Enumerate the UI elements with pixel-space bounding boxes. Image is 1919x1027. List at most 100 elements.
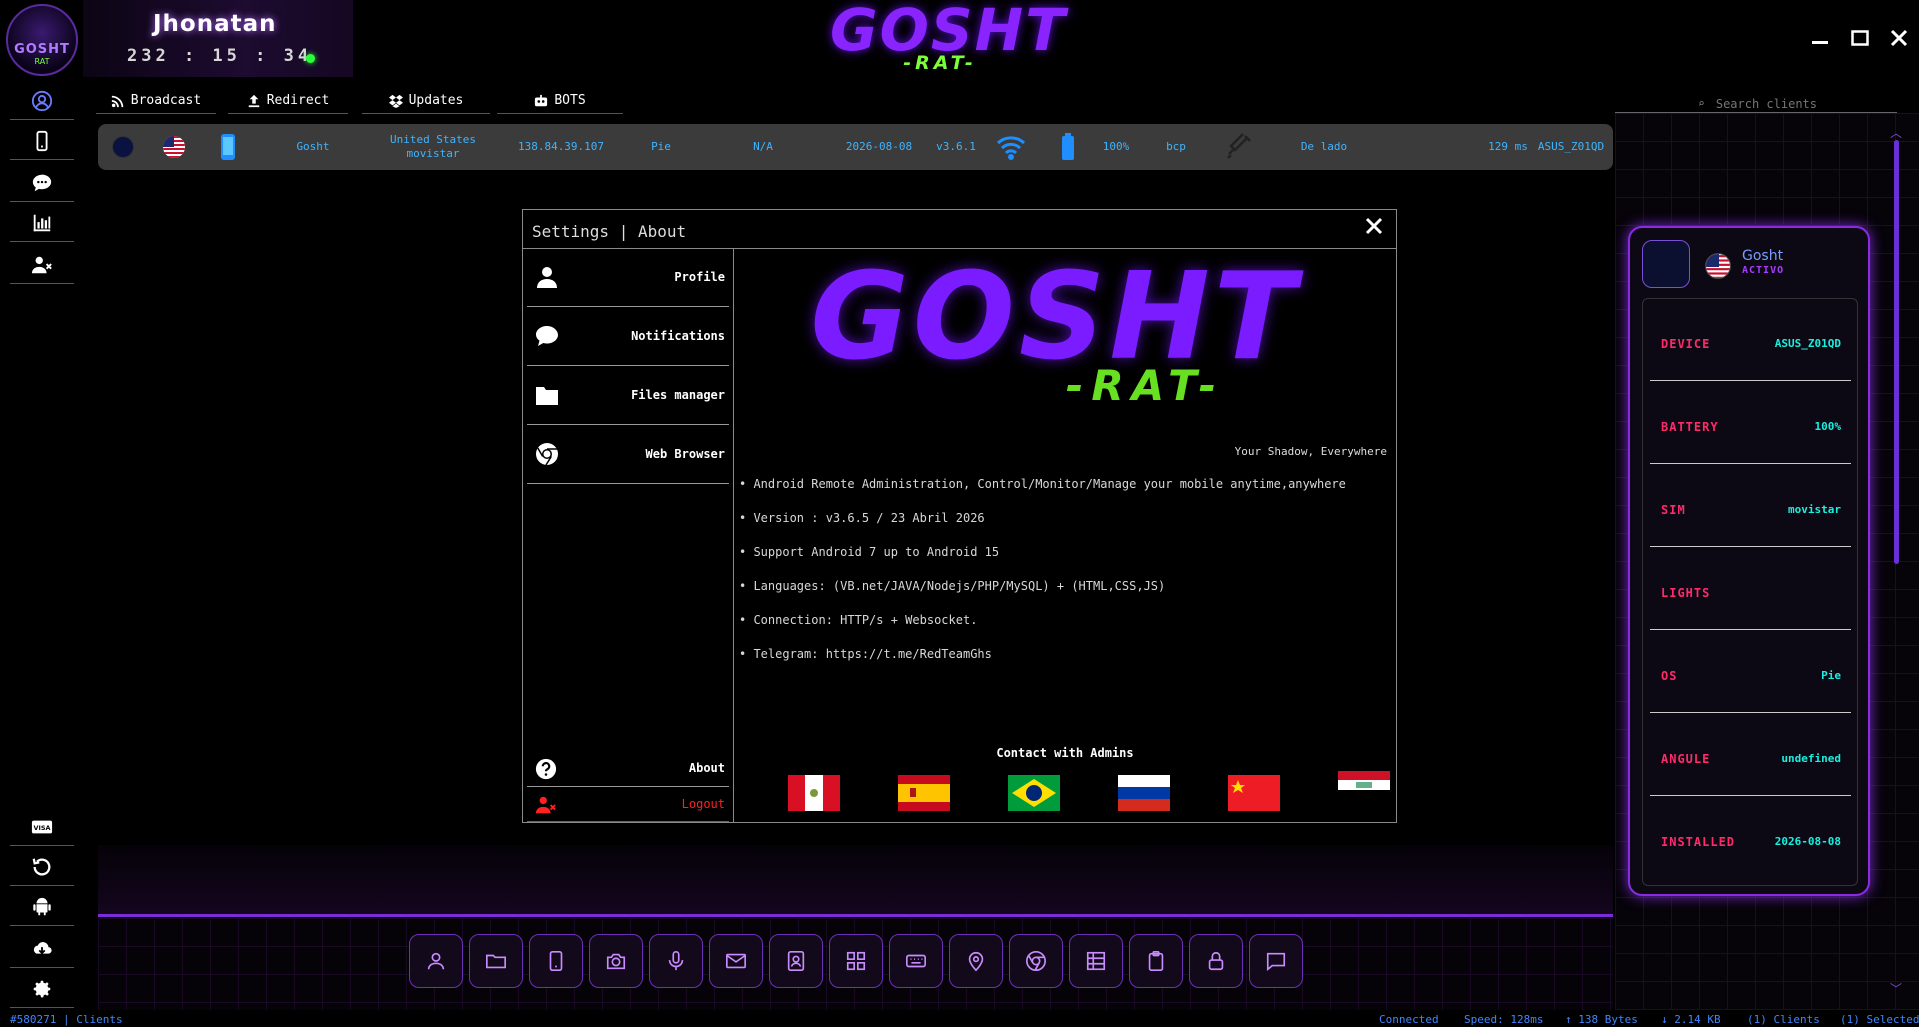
flag-russia-icon[interactable] [1118, 775, 1170, 811]
status-connected: Connected [1379, 1013, 1439, 1026]
sidebar-android-button[interactable] [10, 888, 74, 926]
user-name: Jhonatan [153, 11, 277, 37]
fn-lock-button[interactable] [1189, 934, 1243, 988]
info-row: LIGHTS [1650, 548, 1851, 630]
client-ping: 129 ms [1488, 140, 1528, 153]
dialog-close-button[interactable] [1365, 216, 1383, 241]
sidebar-profile-button[interactable] [10, 82, 74, 120]
tagline: Your Shadow, Everywhere [1234, 445, 1387, 458]
flag-spain-icon[interactable] [898, 775, 950, 811]
clipboard-icon [1148, 951, 1164, 971]
fn-location-button[interactable] [949, 934, 1003, 988]
info-value: Pie [1821, 669, 1841, 682]
question-circle-icon [535, 758, 557, 780]
sidebar-stats-button[interactable] [10, 204, 74, 242]
brand-logo: GOSHT -RAT- [830, 0, 1067, 80]
client-name: Gosht [296, 140, 330, 153]
fn-user-button[interactable] [409, 934, 463, 988]
menu-item-about[interactable]: About [527, 753, 729, 787]
message-icon [1266, 952, 1286, 971]
sidebar-payment-button[interactable]: VISA [10, 808, 74, 846]
scroll-up-icon[interactable]: ︿ [1890, 124, 1902, 141]
fn-keyboard-button[interactable] [889, 934, 943, 988]
maximize-button[interactable] [1846, 24, 1874, 52]
search-clients-input[interactable] [1615, 95, 1897, 113]
speech-bubble-icon [536, 326, 558, 346]
sidebar-chat-button[interactable] [10, 164, 74, 202]
fn-table-button[interactable] [1069, 934, 1123, 988]
android-icon [33, 897, 51, 915]
updates-button[interactable]: Updates [362, 88, 490, 114]
menu-item-files[interactable]: Files manager [527, 367, 729, 425]
keyboard-icon [906, 954, 926, 968]
brand-title: GOSHT [830, 0, 1067, 64]
fn-apps-button[interactable] [829, 934, 883, 988]
sidebar-restart-button[interactable] [10, 848, 74, 886]
chrome-icon [1026, 951, 1046, 971]
device-phone-icon [218, 124, 238, 170]
menu-label: About [688, 761, 725, 775]
user-remove-icon [31, 256, 52, 273]
client-orientation: De lado [1300, 140, 1348, 153]
fn-browser-button[interactable] [1009, 934, 1063, 988]
about-bullet: • Support Android 7 up to Android 15 [739, 545, 1000, 559]
client-avatar [112, 136, 134, 158]
close-window-button[interactable] [1885, 24, 1913, 52]
status-selected: (1) Selected [1840, 1013, 1919, 1026]
menu-item-browser[interactable]: Web Browser [527, 426, 729, 484]
about-content: GOSHT -RAT- Your Shadow, Everywhere • An… [735, 249, 1397, 823]
status-clients: (1) Clients [1747, 1013, 1820, 1026]
left-sidebar: GOSHT RAT VISA [0, 0, 83, 1027]
about-logo: GOSHT -RAT- [795, 253, 1315, 423]
client-detail-card: Gosht ACTIVO DEVICE ASUS_Z01QD BATTERY 1… [1628, 226, 1870, 896]
phone-icon [549, 951, 563, 971]
fn-files-button[interactable] [469, 934, 523, 988]
sidebar-settings-button[interactable] [10, 970, 74, 1008]
status-upload: ↑ 138 Bytes [1565, 1013, 1638, 1026]
info-row: INSTALLED 2026-08-08 [1650, 797, 1851, 879]
minimize-icon [1812, 41, 1828, 44]
flag-brazil-icon[interactable] [1008, 775, 1060, 811]
sidebar-remove-user-button[interactable] [10, 246, 74, 284]
microphone-icon [668, 951, 684, 971]
close-icon [1890, 29, 1908, 47]
broadcast-button[interactable]: Broadcast [96, 88, 216, 114]
country-flag-icon [162, 124, 186, 170]
fn-mail-button[interactable] [709, 934, 763, 988]
info-value: undefined [1781, 752, 1841, 765]
flag-iraq-icon[interactable] [1338, 771, 1390, 799]
contact-admins-heading: Contact with Admins [996, 746, 1134, 760]
table-icon [1086, 951, 1106, 971]
client-row[interactable]: Gosht United States movistar 138.84.39.1… [98, 124, 1613, 170]
fn-camera-button[interactable] [589, 934, 643, 988]
minimize-button[interactable] [1806, 24, 1834, 52]
menu-item-notifications[interactable]: Notifications [527, 308, 729, 366]
sidebar-download-button[interactable] [10, 930, 74, 968]
maximize-icon [1851, 30, 1869, 46]
injection-icon [1224, 124, 1254, 170]
online-indicator [306, 54, 315, 63]
fn-phone-button[interactable] [529, 934, 583, 988]
info-row: DEVICE ASUS_Z01QD [1650, 299, 1851, 381]
fn-microphone-button[interactable] [649, 934, 703, 988]
info-key: LIGHTS [1661, 586, 1711, 600]
flag-peru-icon[interactable] [788, 775, 840, 811]
flag-china-icon[interactable] [1228, 775, 1280, 811]
sidebar-devices-button[interactable] [10, 122, 74, 160]
status-bar: #580271 | Clients Connected Speed: 128ms… [0, 1011, 1919, 1027]
gear-icon [33, 980, 51, 997]
scrollbar-thumb[interactable] [1894, 140, 1899, 564]
redirect-button[interactable]: Redirect [228, 88, 348, 114]
bots-button[interactable]: BOTS [497, 88, 623, 114]
menu-item-logout[interactable]: Logout [527, 788, 729, 822]
fn-clipboard-button[interactable] [1129, 934, 1183, 988]
menu-item-profile[interactable]: Profile [527, 249, 729, 307]
about-bullet: • Version : v3.6.5 / 23 Abril 2026 [739, 511, 985, 525]
scroll-down-icon[interactable]: ﹀ [1890, 980, 1902, 997]
fn-contacts-button[interactable] [769, 934, 823, 988]
client-os: Pie [651, 140, 671, 153]
client-carrier: movistar [406, 147, 460, 160]
settings-about-dialog: Settings | About Profile Notifications F… [522, 209, 1397, 823]
client-na: N/A [753, 140, 773, 153]
fn-messages-button[interactable] [1249, 934, 1303, 988]
